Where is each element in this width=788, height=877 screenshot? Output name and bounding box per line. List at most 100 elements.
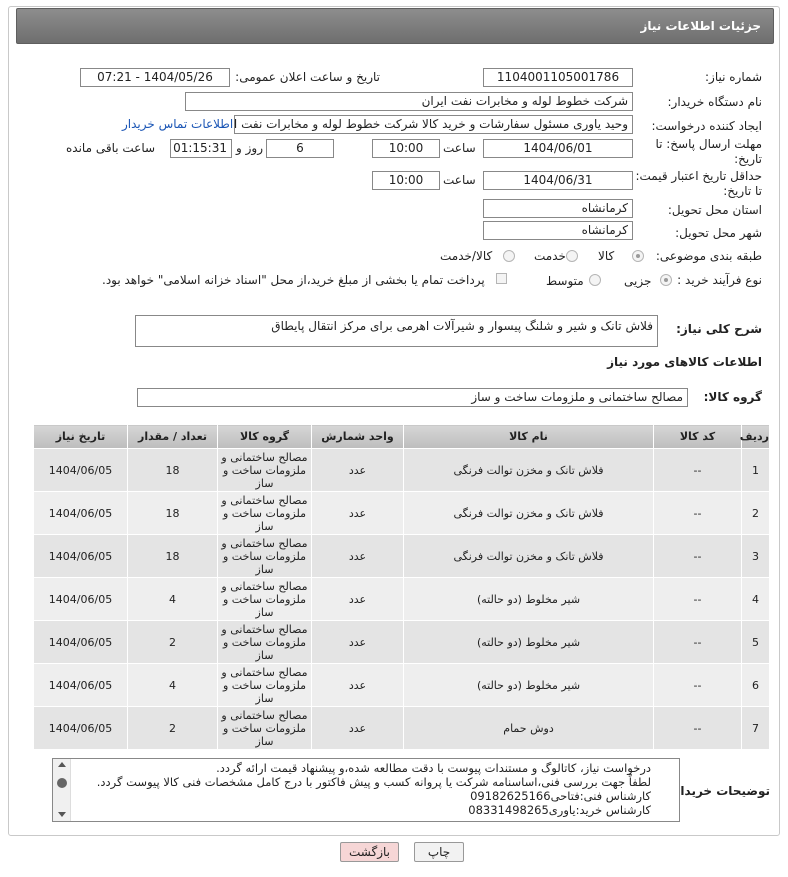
table-row[interactable]: 4 -- شیر مخلوط (دو حالته) عدد مصالح ساخت… [33, 577, 770, 621]
process-radio-minor[interactable] [660, 274, 672, 286]
cell-row: 6 [741, 663, 770, 707]
city-label: شهر محل تحویل: [675, 226, 762, 240]
cell-code: -- [653, 534, 742, 578]
creator-field[interactable]: وحید یاوری مسئول سفارشات و خرید کالا شرک… [234, 115, 633, 134]
announce-field[interactable]: 1404/05/26 - 07:21 [80, 68, 230, 87]
table-row[interactable]: 7 -- دوش حمام عدد مصالح ساختمانی و ملزوم… [33, 706, 770, 750]
validity-time-field[interactable]: 10:00 [372, 171, 440, 190]
treasury-payment-note: پرداخت تمام یا بخشی از مبلغ خرید،از محل … [102, 273, 485, 287]
category-radio-service[interactable] [566, 250, 578, 262]
treasury-payment-checkbox[interactable] [496, 273, 507, 284]
goods-group-field[interactable]: مصالح ساختمانی و ملزومات ساخت و ساز [137, 388, 688, 407]
items-table-header: ردیف کد کالا نام کالا واحد شمارش گروه کا… [33, 424, 770, 449]
process-radio-medium[interactable] [589, 274, 601, 286]
cell-code: -- [653, 706, 742, 750]
city-field[interactable]: کرمانشاه [483, 221, 633, 240]
category-option-goods: کالا [598, 249, 615, 263]
col-header-row: ردیف [740, 424, 770, 449]
cell-row: 2 [741, 491, 770, 535]
cell-row: 4 [741, 577, 770, 621]
need-details-page: AriaTender.neT جزئیات اطلاعات نیاز شماره… [0, 0, 788, 877]
cell-name: فلاش تانک و مخزن توالت فرنگی [403, 491, 654, 535]
buyer-contact-link[interactable]: اطلاعات تماس خریدار [122, 117, 233, 131]
col-header-code: کد کالا [653, 424, 742, 449]
province-label: استان محل تحویل: [667, 203, 762, 217]
table-row[interactable]: 1 -- فلاش تانک و مخزن توالت فرنگی عدد مص… [33, 448, 770, 492]
cell-name: شیر مخلوط (دو حالته) [403, 577, 654, 621]
category-option-goods-service: کالا/خدمت [440, 249, 493, 263]
table-row[interactable]: 5 -- شیر مخلوط (دو حالته) عدد مصالح ساخت… [33, 620, 770, 664]
cell-name: شیر مخلوط (دو حالته) [403, 620, 654, 664]
cell-name: فلاش تانک و مخزن توالت فرنگی [403, 448, 654, 492]
deadline-date-field[interactable]: 1404/06/01 [483, 139, 633, 158]
deadline-label-line1: مهلت ارسال پاسخ: تا [655, 137, 762, 151]
scroll-thumb[interactable] [57, 778, 67, 788]
cell-row: 7 [741, 706, 770, 750]
cell-group: مصالح ساختمانی و ملزومات ساخت و ساز [217, 706, 312, 750]
cell-qty: 2 [127, 620, 218, 664]
province-field[interactable]: کرمانشاه [483, 199, 633, 218]
remaining-time-label: ساعت باقی مانده [66, 141, 156, 155]
description-label: شرح کلی نیاز: [676, 322, 762, 336]
scroll-up-icon[interactable] [58, 762, 66, 767]
cell-qty: 4 [127, 577, 218, 621]
col-header-date: تاریخ نیاز [33, 424, 128, 449]
need-number-field[interactable]: 1104001105001786 [483, 68, 633, 87]
buyer-notes-label: توضیحات خریدار: [668, 784, 770, 798]
print-button[interactable]: چاپ [414, 842, 464, 862]
table-row[interactable]: 6 -- شیر مخلوط (دو حالته) عدد مصالح ساخت… [33, 663, 770, 707]
goods-info-title: اطلاعات کالاهای مورد نیاز [607, 355, 762, 369]
cell-qty: 18 [127, 491, 218, 535]
remaining-time-field[interactable]: 01:15:31 [170, 139, 232, 158]
creator-label: ایجاد کننده درخواست: [651, 119, 762, 133]
scroll-down-icon[interactable] [58, 812, 66, 817]
deadline-time-field[interactable]: 10:00 [372, 139, 440, 158]
validity-time-label: ساعت [443, 173, 476, 187]
notes-scrollbar[interactable] [53, 759, 71, 821]
buyer-org-field[interactable]: شرکت خطوط لوله و مخابرات نفت ایران [185, 92, 633, 111]
panel-title: جزئیات اطلاعات نیاز [640, 19, 761, 33]
cell-group: مصالح ساختمانی و ملزومات ساخت و ساز [217, 448, 312, 492]
col-header-name: نام کالا [403, 424, 654, 449]
cell-name: دوش حمام [403, 706, 654, 750]
goods-group-label: گروه کالا: [703, 390, 762, 404]
cell-code: -- [653, 491, 742, 535]
category-label: طبقه بندی موضوعی: [655, 249, 762, 263]
cell-unit: عدد [311, 491, 404, 535]
days-remaining-field[interactable]: 6 [266, 139, 334, 158]
cell-code: -- [653, 448, 742, 492]
process-option-minor: جزیی [624, 274, 652, 288]
category-radio-goods[interactable] [632, 250, 644, 262]
category-option-service: خدمت [534, 249, 566, 263]
announce-label: تاریخ و ساعت اعلان عمومی: [235, 70, 380, 84]
cell-unit: عدد [311, 620, 404, 664]
cell-qty: 18 [127, 534, 218, 578]
cell-code: -- [653, 663, 742, 707]
cell-group: مصالح ساختمانی و ملزومات ساخت و ساز [217, 577, 312, 621]
validity-date-field[interactable]: 1404/06/31 [483, 171, 633, 190]
cell-qty: 18 [127, 448, 218, 492]
process-label: نوع فرآیند خرید : [677, 273, 762, 287]
cell-unit: عدد [311, 448, 404, 492]
cell-date: 1404/06/05 [33, 706, 128, 750]
cell-unit: عدد [311, 706, 404, 750]
deadline-time-label: ساعت [443, 141, 476, 155]
process-option-medium: متوسط [546, 274, 584, 288]
buyer-notes-field[interactable]: درخواست نیاز، کاتالوگ و مستندات پیوست با… [52, 758, 680, 822]
cell-name: شیر مخلوط (دو حالته) [403, 663, 654, 707]
cell-unit: عدد [311, 534, 404, 578]
buyer-org-label: نام دستگاه خریدار: [667, 95, 763, 109]
cell-date: 1404/06/05 [33, 491, 128, 535]
table-row[interactable]: 3 -- فلاش تانک و مخزن توالت فرنگی عدد مص… [33, 534, 770, 578]
back-button[interactable]: بازگشت [340, 842, 399, 862]
days-label: روز و [236, 141, 263, 155]
cell-row: 3 [741, 534, 770, 578]
table-row[interactable]: 2 -- فلاش تانک و مخزن توالت فرنگی عدد مص… [33, 491, 770, 535]
category-radio-goods-service[interactable] [503, 250, 515, 262]
need-number-label: شماره نیاز: [705, 70, 762, 84]
cell-group: مصالح ساختمانی و ملزومات ساخت و ساز [217, 663, 312, 707]
cell-date: 1404/06/05 [33, 620, 128, 664]
description-field[interactable]: فلاش تانک و شیر و شلنگ پیسوار و شیرآلات … [135, 315, 658, 347]
cell-code: -- [653, 620, 742, 664]
cell-group: مصالح ساختمانی و ملزومات ساخت و ساز [217, 620, 312, 664]
